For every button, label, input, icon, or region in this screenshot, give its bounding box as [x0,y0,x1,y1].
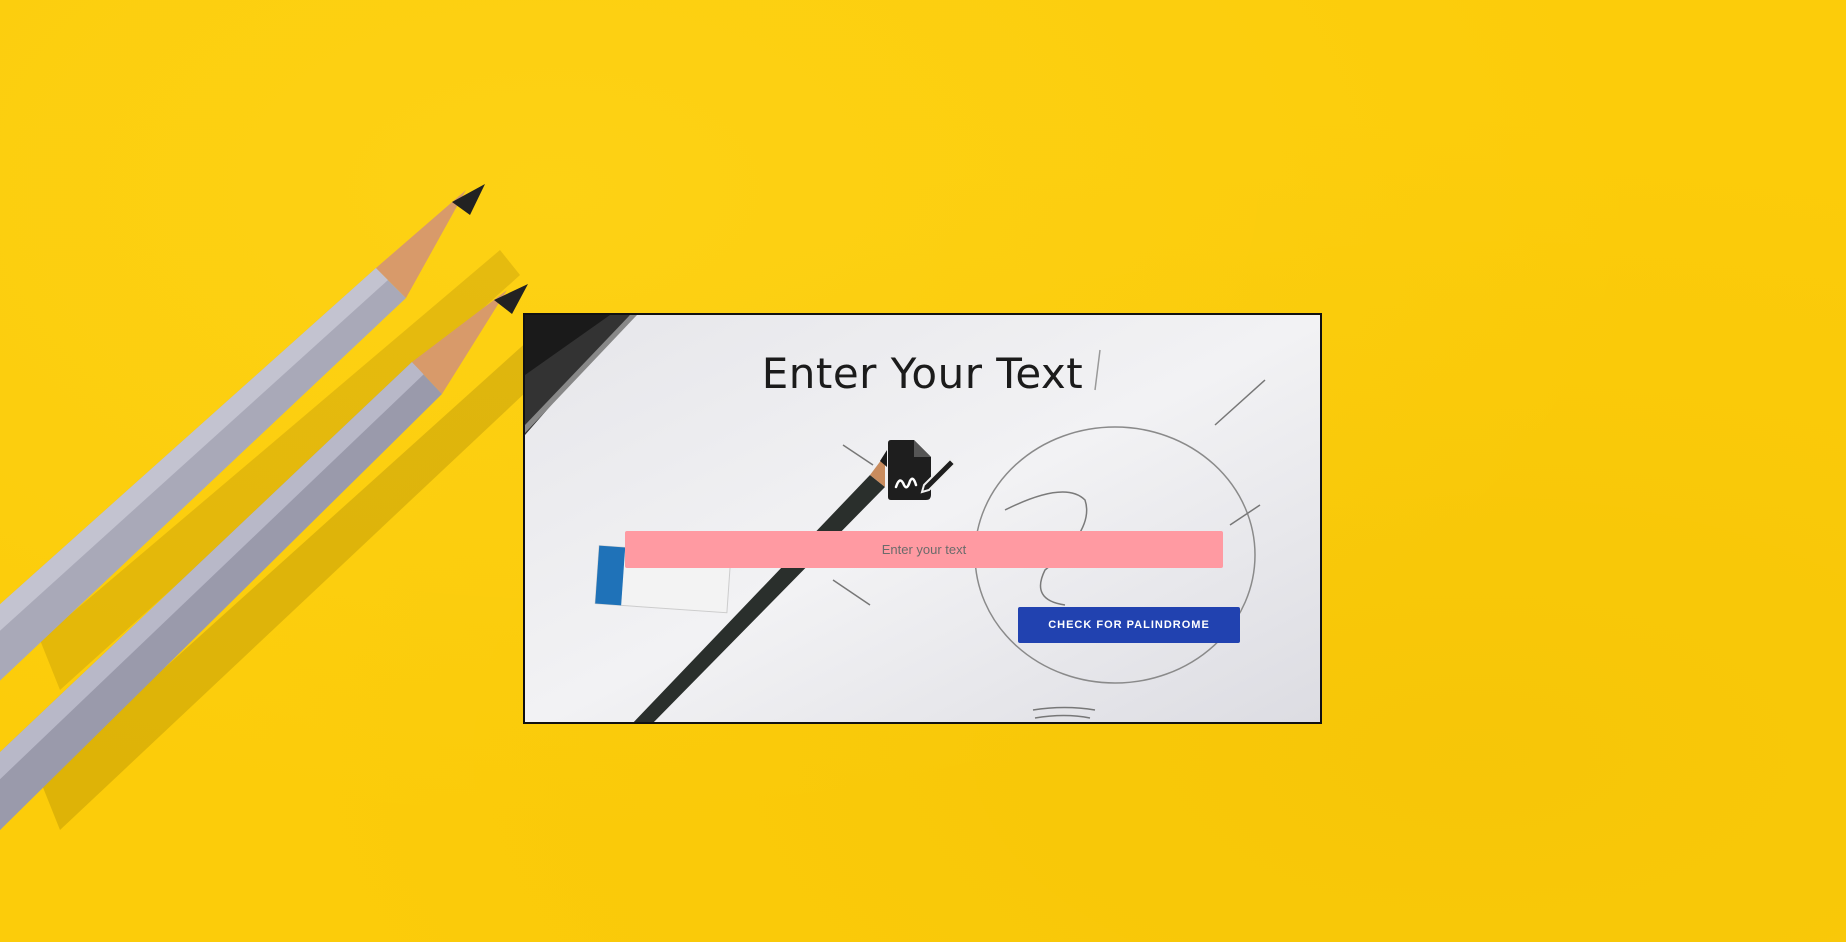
page-title: Enter Your Text [761,349,1084,398]
file-signature-icon [888,440,956,500]
text-input[interactable] [625,531,1223,568]
check-palindrome-button[interactable]: CHECK FOR PALINDROME [1018,607,1240,643]
palindrome-card: Enter Your Text CHECK FOR PALINDROME [523,313,1322,724]
